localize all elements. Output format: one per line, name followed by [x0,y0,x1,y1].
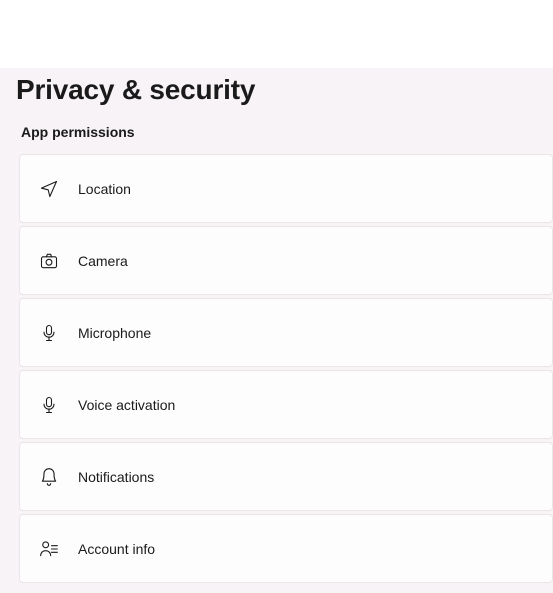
section-header-app-permissions: App permissions [21,124,553,140]
permission-item-account-info[interactable]: Account info [19,514,553,583]
location-icon [38,178,60,200]
content-area: Privacy & security App permissions Locat… [0,68,553,593]
microphone-icon [38,322,60,344]
voice-activation-icon [38,394,60,416]
permission-label: Voice activation [78,397,175,413]
permission-label: Notifications [78,469,154,485]
page-title: Privacy & security [16,74,553,106]
camera-icon [38,250,60,272]
account-info-icon [38,538,60,560]
permission-item-voice-activation[interactable]: Voice activation [19,370,553,439]
permission-label: Account info [78,541,155,557]
permission-label: Location [78,181,131,197]
top-blank-area [0,0,553,68]
permission-item-location[interactable]: Location [19,154,553,223]
permission-label: Camera [78,253,128,269]
permission-item-notifications[interactable]: Notifications [19,442,553,511]
permission-list: Location Camera Microphon [16,154,553,583]
permission-label: Microphone [78,325,151,341]
permission-item-microphone[interactable]: Microphone [19,298,553,367]
notifications-icon [38,466,60,488]
permission-item-camera[interactable]: Camera [19,226,553,295]
